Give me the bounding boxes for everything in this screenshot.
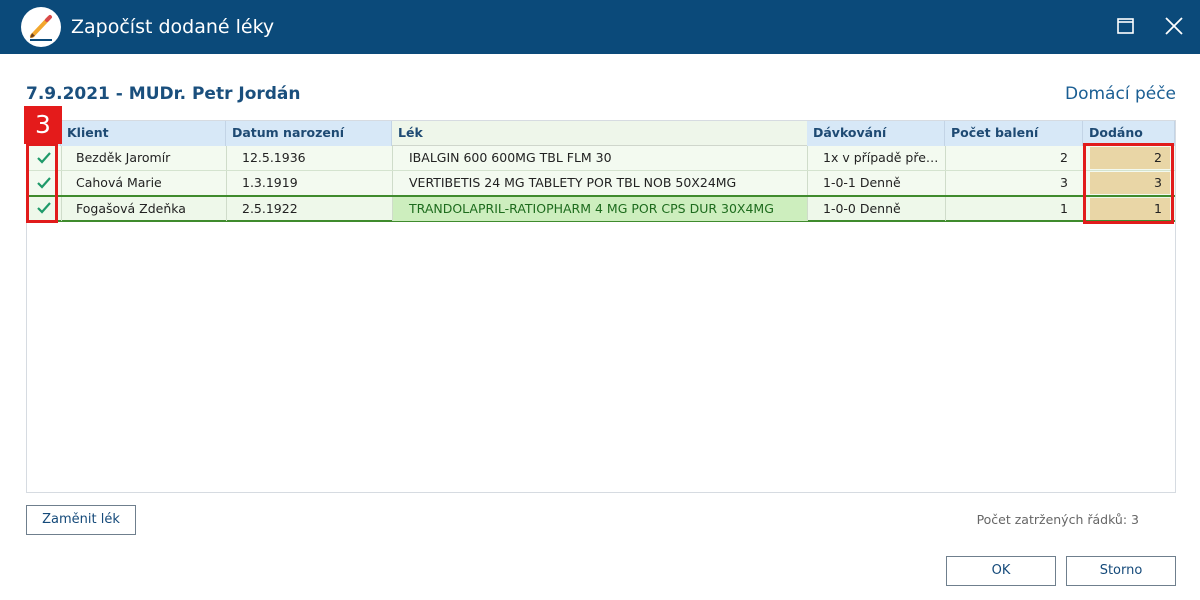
packages-cell: 2 [945,146,1083,170]
drug-grid: Klient Datum narození Lék Dávkování Poče… [26,120,1176,493]
window-title: Započíst dodané léky [71,16,275,38]
client-cell: Bezděk Jaromír [61,146,226,170]
header-packages[interactable]: Počet balení [945,121,1083,146]
table-row-selected[interactable]: Fogašová Zdeňka 2.5.1922 TRANDOLAPRIL-RA… [27,195,1175,222]
ok-button[interactable]: OK [946,556,1056,586]
dosage-cell: 1-0-0 Denně [807,197,945,221]
birth-date-cell: 12.5.1936 [226,146,392,170]
packages-cell: 3 [945,171,1083,195]
table-row[interactable]: Bezděk Jaromír 12.5.1936 IBALGIN 600 600… [27,146,1175,171]
grid-header: Klient Datum narození Lék Dávkování Poče… [27,121,1175,146]
delivered-highlight-box [1083,143,1174,224]
header-birth-date[interactable]: Datum narození [226,121,392,146]
cancel-button[interactable]: Storno [1066,556,1176,586]
drug-cell: IBALGIN 600 600MG TBL FLM 30 [392,146,807,170]
dosage-cell: 1-0-1 Denně [807,171,945,195]
maximize-icon[interactable] [1112,12,1140,40]
annotation-badge: 3 [24,106,62,144]
dosage-cell: 1x v případě pře… [807,146,945,170]
care-type-label: Domácí péče [1065,84,1176,104]
drug-cell: VERTIBETIS 24 MG TABLETY POR TBL NOB 50X… [392,171,807,195]
pencil-icon [21,7,61,47]
client-cell: Cahová Marie [61,171,226,195]
checkbox-highlight-box [26,143,58,223]
replace-drug-button[interactable]: Zaměnit lék [26,505,136,535]
header-client[interactable]: Klient [61,121,226,146]
close-icon[interactable] [1160,12,1188,40]
birth-date-cell: 1.3.1919 [226,171,392,195]
drug-cell: TRANDOLAPRIL-RATIOPHARM 4 MG POR CPS DUR… [392,197,807,221]
birth-date-cell: 2.5.1922 [226,197,392,221]
header-drug[interactable]: Lék [392,121,807,146]
header-dosage[interactable]: Dávkování [807,121,945,146]
title-bar: Započíst dodané léky [0,0,1200,54]
table-row[interactable]: Cahová Marie 1.3.1919 VERTIBETIS 24 MG T… [27,171,1175,196]
client-cell: Fogašová Zdeňka [61,197,226,221]
checked-rows-count: Počet zatržených řádků: 3 [976,512,1139,527]
context-title: 7.9.2021 - MUDr. Petr Jordán [26,84,301,104]
packages-cell: 1 [945,197,1083,221]
